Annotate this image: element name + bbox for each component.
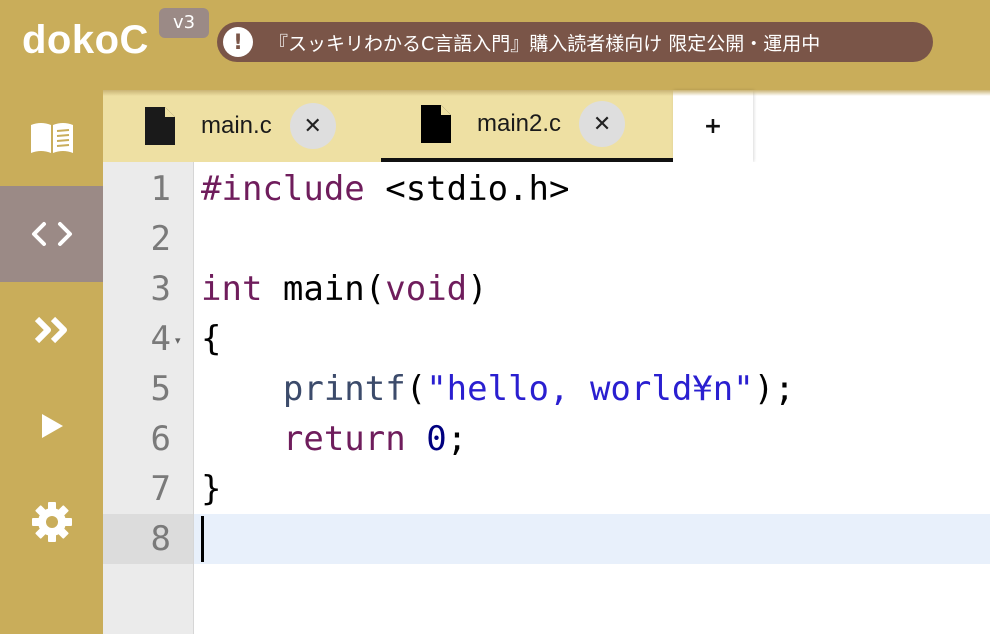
code-line: int main(void)	[201, 264, 488, 314]
code-line: }	[201, 469, 222, 509]
alert-icon: !	[223, 27, 253, 57]
code-line: printf("hello, world¥n");	[201, 364, 795, 414]
function-token: printf	[282, 369, 406, 409]
tab-main2-c[interactable]: main2.c ✕	[381, 90, 673, 162]
tab-label: main2.c	[477, 110, 562, 137]
paren-token: )	[467, 269, 488, 309]
app-header: dokoC v3 ! 『スッキリわかるC言語入門』購入読者様向け 限定公開・運用…	[0, 0, 990, 90]
notice-text: 『スッキリわかるC言語入門』購入読者様向け 限定公開・運用中	[269, 32, 821, 55]
paren-token: (	[405, 369, 427, 409]
code-editor[interactable]: #include <stdio.h> int main(void) { prin…	[194, 162, 990, 634]
sidebar-item-code[interactable]	[0, 186, 103, 282]
file-icon	[145, 107, 175, 145]
book-icon	[30, 123, 73, 153]
line-number: 6	[150, 419, 171, 459]
line-number: 2	[150, 219, 171, 259]
line-number: 3	[150, 269, 171, 309]
active-line-highlight	[194, 514, 990, 564]
type-token: void	[385, 269, 468, 309]
sidebar-item-run[interactable]	[0, 378, 103, 474]
sidebar	[0, 90, 103, 634]
file-icon	[421, 105, 451, 143]
type-token: int	[201, 269, 263, 309]
tab-bar-shadow	[103, 90, 990, 96]
directive-token: #include	[201, 169, 365, 209]
sidebar-item-forward[interactable]	[0, 282, 103, 378]
line-number: 7	[150, 469, 171, 509]
close-tab-button[interactable]: ✕	[289, 103, 336, 149]
paren-token: );	[753, 369, 795, 409]
header-token: <stdio.h>	[364, 169, 570, 209]
code-line: {	[201, 319, 222, 359]
line-number: 8	[150, 519, 171, 559]
double-chevron-icon	[34, 316, 67, 344]
notice-banner: ! 『スッキリわかるC言語入門』購入読者様向け 限定公開・運用中	[217, 22, 933, 62]
sidebar-item-settings[interactable]	[0, 474, 103, 570]
app-logo[interactable]: dokoC	[22, 18, 149, 63]
line-number-gutter: 1 2 3 4 ▾ 5 6 7 8	[103, 162, 194, 634]
tab-bar: main.c ✕ main2.c ✕ +	[103, 90, 990, 162]
text-cursor	[201, 516, 204, 562]
tab-label: main.c	[201, 112, 272, 139]
version-badge: v3	[159, 8, 209, 38]
code-line: #include <stdio.h>	[201, 164, 569, 214]
line-number: 5	[150, 369, 171, 409]
string-token: "hello, world¥n"	[426, 369, 754, 409]
tab-main-c[interactable]: main.c ✕	[103, 90, 381, 162]
line-number: 1	[150, 169, 171, 209]
play-icon	[41, 414, 63, 438]
close-tab-button[interactable]: ✕	[579, 101, 626, 147]
code-line: return 0;	[201, 414, 467, 464]
identifier-token: main(	[262, 269, 386, 309]
number-token: 0	[426, 419, 447, 459]
gear-icon	[31, 502, 72, 542]
line-number: 4	[150, 319, 171, 359]
add-tab-button[interactable]: +	[673, 90, 753, 162]
keyword-token: return	[282, 419, 406, 459]
code-icon	[31, 222, 72, 246]
sidebar-item-book[interactable]	[0, 90, 103, 186]
semicolon-token: ;	[446, 419, 468, 459]
fold-arrow-icon[interactable]: ▾	[175, 334, 181, 347]
